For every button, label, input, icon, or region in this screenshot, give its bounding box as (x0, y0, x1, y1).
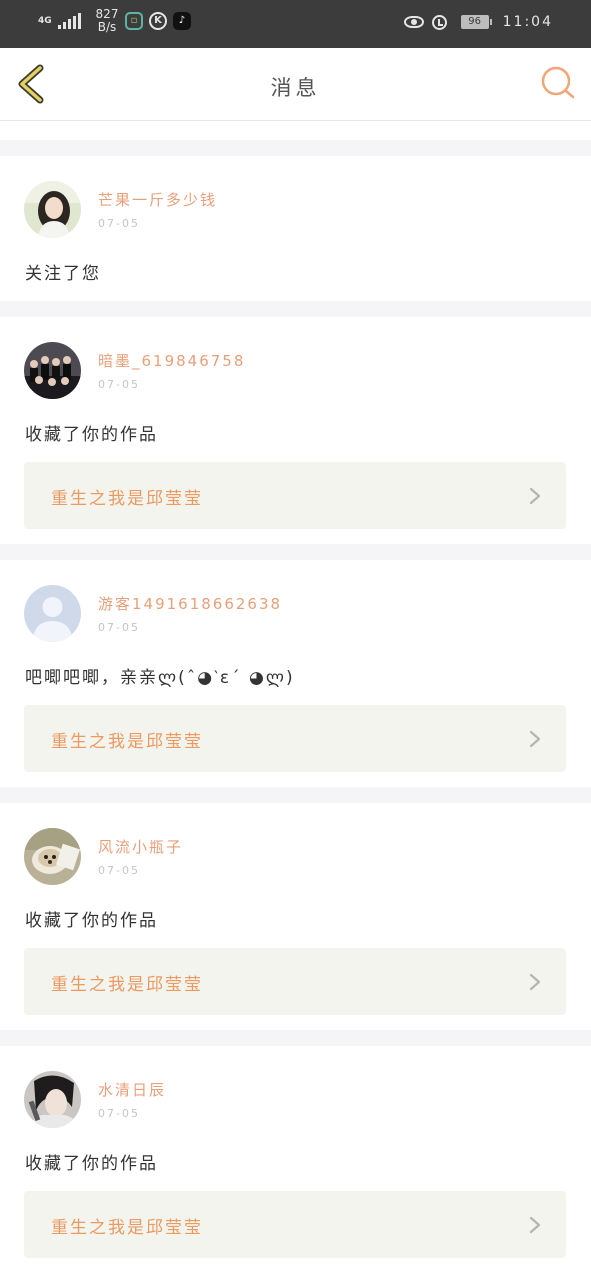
status-bar: 4G 827 B/s ▫ K ♪ 96 11:04 (0, 0, 591, 48)
message-date: 07-05 (98, 1107, 140, 1120)
app-notification-icon: ▫ (125, 12, 143, 30)
message-text: 吧唧吧唧，亲亲ლ(ˆ◕‵ε´ ◕ლ) (25, 668, 295, 688)
page-title: 消息 (270, 76, 321, 100)
k-app-icon: K (149, 12, 167, 30)
work-title: 重生之我是邱莹莹 (51, 489, 203, 509)
tiktok-icon: ♪ (173, 12, 191, 30)
user-avatar[interactable] (24, 828, 81, 885)
user-avatar[interactable] (24, 1071, 81, 1128)
message-text: 收藏了你的作品 (25, 911, 158, 931)
message-date: 07-05 (98, 217, 140, 230)
work-title: 重生之我是邱莹莹 (51, 975, 203, 995)
work-link[interactable]: 重生之我是邱莹莹 (24, 948, 566, 1015)
message-item[interactable]: 水清日辰 07-05 收藏了你的作品 重生之我是邱莹莹 (0, 1030, 591, 1273)
message-list: 芒果一斤多少钱 07-05 关注了您 暗墨_619846758 07-05 收藏… (0, 140, 591, 1273)
status-right: 96 11:04 (403, 14, 553, 30)
message-item[interactable]: 暗墨_619846758 07-05 收藏了你的作品 重生之我是邱莹莹 (0, 301, 591, 544)
message-text: 收藏了你的作品 (25, 1154, 158, 1174)
user-avatar[interactable] (24, 342, 81, 399)
alarm-icon (431, 14, 447, 30)
message-item[interactable]: 风流小瓶子 07-05 收藏了你的作品 重生之我是邱莹莹 (0, 787, 591, 1030)
username[interactable]: 暗墨_619846758 (98, 350, 245, 371)
message-item[interactable]: 游客1491618662638 07-05 吧唧吧唧，亲亲ლ(ˆ◕‵ε´ ◕ლ)… (0, 544, 591, 787)
username[interactable]: 风流小瓶子 (98, 836, 183, 857)
nav-bar: 消息 (0, 48, 591, 121)
search-icon[interactable] (539, 64, 577, 102)
battery-icon: 96 (460, 15, 492, 29)
username[interactable]: 芒果一斤多少钱 (98, 189, 217, 210)
message-text: 关注了您 (25, 264, 101, 284)
status-left: 4G 827 B/s ▫ K ♪ (38, 8, 191, 34)
work-link[interactable]: 重生之我是邱莹莹 (24, 1191, 566, 1258)
work-title: 重生之我是邱莹莹 (51, 732, 203, 752)
work-link[interactable]: 重生之我是邱莹莹 (24, 705, 566, 772)
signal-icon (58, 13, 81, 29)
work-title: 重生之我是邱莹莹 (51, 1218, 203, 1238)
user-avatar[interactable] (24, 181, 81, 238)
chevron-right-icon (529, 1216, 541, 1234)
network-type: 4G (38, 15, 52, 26)
chevron-right-icon (529, 730, 541, 748)
username[interactable]: 游客1491618662638 (98, 593, 282, 614)
username[interactable]: 水清日辰 (98, 1079, 166, 1100)
chevron-right-icon (529, 487, 541, 505)
user-avatar[interactable] (24, 585, 81, 642)
eye-comfort-icon (403, 16, 424, 28)
message-item[interactable]: 芒果一斤多少钱 07-05 关注了您 (0, 140, 591, 301)
clock: 11:04 (502, 14, 553, 30)
message-date: 07-05 (98, 864, 140, 877)
work-link[interactable]: 重生之我是邱莹莹 (24, 462, 566, 529)
network-speed: 827 B/s (95, 7, 119, 34)
message-date: 07-05 (98, 621, 140, 634)
message-text: 收藏了你的作品 (25, 425, 158, 445)
message-date: 07-05 (98, 378, 140, 391)
chevron-right-icon (529, 973, 541, 991)
